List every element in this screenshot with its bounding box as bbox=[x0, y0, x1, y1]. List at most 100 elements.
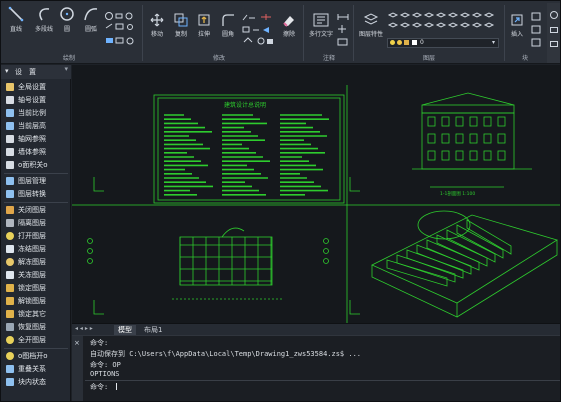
palette-item[interactable]: 锁定其它 bbox=[1, 308, 71, 319]
command-input[interactable]: 命令: bbox=[85, 380, 560, 391]
close-icon[interactable]: × bbox=[74, 339, 80, 347]
palette-item[interactable]: 隔离图层 bbox=[1, 217, 71, 228]
palette-item[interactable]: 打开图层 bbox=[1, 230, 71, 241]
palette-item-label: 当前层高 bbox=[18, 121, 46, 130]
line-icon bbox=[8, 6, 24, 22]
section-label: 1-1剖面图 1:100 bbox=[440, 190, 475, 197]
overlap-icon bbox=[6, 364, 14, 373]
palette-item-label: 冻结图层 bbox=[18, 244, 46, 253]
palette-divider bbox=[4, 202, 68, 203]
layer-tools-row[interactable] bbox=[387, 11, 495, 31]
ribbon-separator bbox=[504, 5, 505, 61]
chevron-down-icon: ▾ bbox=[491, 39, 495, 46]
palette-item[interactable]: 墙体参照 bbox=[1, 146, 71, 157]
layer-dropdown[interactable]: 0 ▾ bbox=[387, 38, 499, 48]
polyline-button[interactable]: 多段线 bbox=[31, 6, 57, 33]
ribbon-separator bbox=[142, 5, 143, 61]
command-history-line: 命令: bbox=[90, 339, 109, 347]
palette-item[interactable]: 轴网参照 bbox=[1, 133, 71, 144]
cad-drawing[interactable]: 建筑设计总说明 1-1剖面图 1:100 bbox=[72, 65, 561, 323]
palette-item[interactable]: 当前比例 bbox=[1, 107, 71, 118]
drawing-canvas[interactable]: 建筑设计总说明 1-1剖面图 1:100 bbox=[72, 65, 561, 323]
annotate-small-tools[interactable] bbox=[336, 13, 350, 47]
stretch-button[interactable]: 拉伸 bbox=[194, 13, 214, 38]
command-history-line: 自动保存到 C:\Users\f\AppData\Local\Temp\Draw… bbox=[90, 350, 362, 358]
bulb-icon bbox=[390, 40, 395, 45]
move-button[interactable]: 移动 bbox=[147, 13, 167, 38]
restore-icon bbox=[6, 322, 14, 331]
polyline-icon bbox=[39, 8, 50, 21]
layer-color-swatch bbox=[412, 40, 417, 45]
command-history-line: 命令: OP bbox=[90, 361, 121, 369]
palette-item[interactable]: 全开图层 bbox=[1, 334, 71, 345]
palette-item[interactable]: 关闭图层 bbox=[1, 204, 71, 215]
layer-properties-button[interactable]: 图层特性 bbox=[357, 13, 385, 38]
palette-header[interactable]: ▾ 设 置 ▾ bbox=[1, 65, 71, 79]
line-button[interactable]: 直线 bbox=[6, 6, 26, 33]
palette-item[interactable]: 关冻图层 bbox=[1, 269, 71, 280]
palette-item-label: o面积关o bbox=[18, 160, 48, 169]
circle-button[interactable]: 圆 bbox=[59, 6, 75, 33]
layout-tabs: ◂ ◂ ▸ ▸ 模型 布局1 bbox=[72, 323, 560, 335]
palette-item-label: 全开图层 bbox=[18, 335, 46, 344]
tab-nav-icons[interactable]: ◂ ◂ ▸ ▸ bbox=[75, 325, 93, 332]
snowflake-icon bbox=[6, 270, 14, 279]
palette-title: 设 置 bbox=[15, 68, 36, 76]
command-history-line: OPTIONS bbox=[90, 370, 120, 378]
palette-item[interactable]: 解锁图层 bbox=[1, 295, 71, 306]
fillet-button[interactable]: 圆角 bbox=[218, 13, 238, 38]
palette-item[interactable]: o图档开o bbox=[1, 350, 71, 361]
palette-item[interactable]: 当前层高 bbox=[1, 120, 71, 131]
stretch-icon bbox=[198, 14, 210, 26]
mtext-button[interactable]: 多行文字 bbox=[307, 13, 335, 38]
palette-item[interactable]: 图层管理 bbox=[1, 175, 71, 186]
palette-item[interactable]: 冻结图层 bbox=[1, 243, 71, 254]
grid-icon bbox=[6, 134, 14, 143]
mtext-label: 多行文字 bbox=[308, 31, 333, 38]
block-group-label: 块 bbox=[522, 55, 529, 62]
palette-item[interactable]: 全局设置 bbox=[1, 81, 71, 92]
ribbon-separator bbox=[303, 5, 304, 61]
layers-icon bbox=[6, 176, 14, 185]
palette-item-label: 轴网参照 bbox=[18, 134, 46, 143]
window-icon bbox=[550, 27, 558, 33]
palette-item-label: o图档开o bbox=[18, 351, 48, 360]
palette-divider bbox=[4, 348, 68, 349]
palette-item[interactable]: 恢复图层 bbox=[1, 321, 71, 332]
command-grip[interactable]: × bbox=[72, 336, 83, 401]
palette-item[interactable]: 重叠关系 bbox=[1, 363, 71, 374]
arc-button[interactable]: 圆弧 bbox=[81, 6, 101, 33]
palette-item-label: 关闭图层 bbox=[18, 205, 46, 214]
tab-layout1[interactable]: 布局1 bbox=[140, 325, 166, 335]
palette-item[interactable]: 块内状态 bbox=[1, 376, 71, 387]
palette-item[interactable]: 锁定图层 bbox=[1, 282, 71, 293]
height-icon bbox=[6, 121, 14, 130]
palette-item[interactable]: 图层转换 bbox=[1, 188, 71, 199]
copy-button[interactable]: 复制 bbox=[171, 13, 191, 38]
ribbon-scroll-strip[interactable] bbox=[547, 3, 560, 63]
block-small-tools[interactable] bbox=[530, 12, 542, 48]
sun-icon bbox=[6, 257, 14, 266]
erase-button[interactable]: 擦除 bbox=[281, 13, 297, 38]
palette-close-icon[interactable]: ▾ bbox=[64, 65, 68, 73]
arc-label: 圆弧 bbox=[84, 26, 97, 33]
insert-block-button[interactable]: 插入 bbox=[507, 13, 527, 38]
palette-item-label: 轴号设置 bbox=[18, 95, 46, 104]
palette-item[interactable]: 解冻图层 bbox=[1, 256, 71, 267]
move-icon bbox=[150, 13, 164, 27]
palette-item[interactable]: 轴号设置 bbox=[1, 94, 71, 105]
draw-small-tools[interactable] bbox=[104, 11, 138, 47]
bulb-icon bbox=[6, 351, 14, 360]
ucs-icon bbox=[93, 177, 104, 192]
settings-icon bbox=[6, 82, 14, 91]
tab-model[interactable]: 模型 bbox=[114, 325, 136, 335]
palette-item[interactable]: o面积关o bbox=[1, 159, 71, 170]
modify-small-tools[interactable] bbox=[241, 12, 277, 48]
palette-item-label: 关冻图层 bbox=[18, 270, 46, 279]
command-window: × 命令: 自动保存到 C:\Users\f\AppData\Local\Tem… bbox=[72, 335, 560, 401]
tool-palette: ▾ 设 置 ▾ 全局设置轴号设置当前比例当前层高轴网参照墙体参照 o面积关o 图层管… bbox=[1, 65, 71, 401]
fillet-icon bbox=[222, 14, 234, 26]
eraser-icon bbox=[283, 16, 294, 27]
layers-group-label: 图层 bbox=[423, 55, 436, 62]
palette-item-label: 解锁图层 bbox=[18, 296, 46, 305]
